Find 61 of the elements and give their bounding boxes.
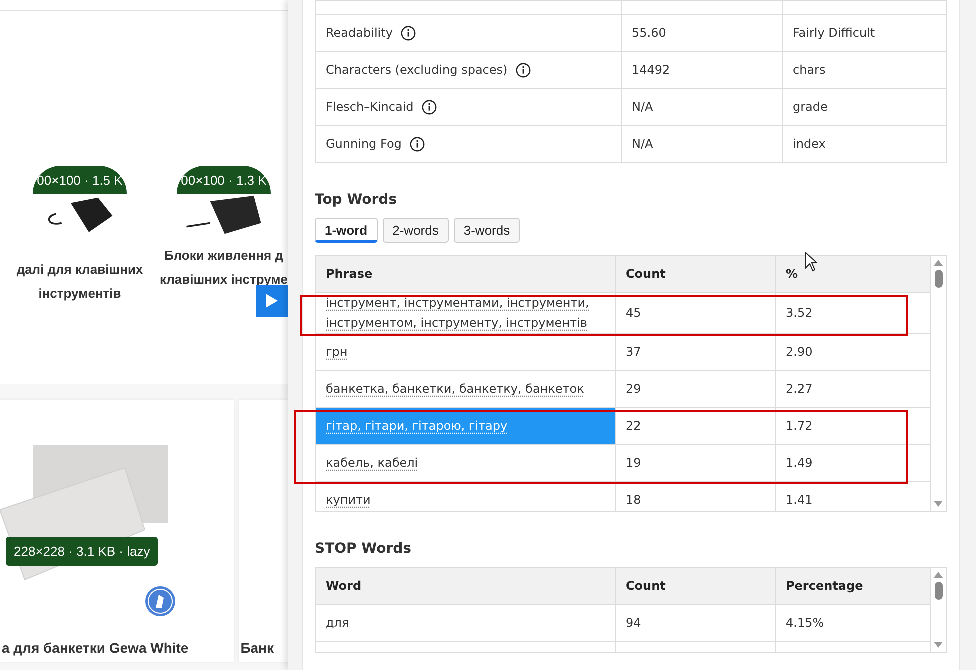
column-header: Count	[616, 568, 776, 604]
column-header: Phrase	[316, 256, 616, 292]
metric-value: N/A	[622, 88, 782, 126]
tab[interactable]: 3-words	[454, 218, 520, 243]
table-cell: 2.90	[776, 334, 930, 370]
table-cell: 94	[616, 604, 776, 642]
scrollbar-thumb[interactable]	[934, 582, 942, 600]
metric-unit: Fairly Difficult	[782, 14, 946, 52]
column-header: %	[776, 256, 930, 292]
image-info-badge: 228×228 · 3.1 KB · lazy	[6, 537, 158, 566]
product-title[interactable]: далі для клавішних інструментів	[0, 258, 160, 306]
tab[interactable]: 2-words	[382, 218, 449, 243]
image-info-badge: 00×100 · 1.3 K	[177, 166, 271, 194]
metric-value: N/A	[622, 126, 782, 162]
tab[interactable]: 1-word	[315, 218, 378, 243]
metric-label: Readability	[326, 26, 393, 40]
column-header: Count	[616, 256, 776, 292]
info-icon[interactable]	[516, 62, 531, 78]
image-info-badge: 00×100 · 1.5 K	[33, 166, 127, 194]
play-icon	[266, 294, 278, 308]
table-cell[interactable]: кабель, кабелі	[316, 444, 616, 482]
info-icon[interactable]	[410, 136, 425, 152]
table-cell: 29	[616, 370, 776, 408]
table-cell: 45	[616, 292, 776, 334]
table-cell: 19	[616, 444, 776, 482]
table-cell: 4.15%	[776, 604, 930, 642]
metric-unit: grade	[782, 88, 946, 126]
table-cell: 3.52	[776, 292, 930, 334]
metric-unit: chars	[782, 52, 946, 88]
metric-value: 55.60	[622, 14, 782, 52]
table-cell[interactable]: інструмент, інструментами, інструменти, інструментом, інструменту, інструментів	[316, 292, 616, 334]
table-cell[interactable]: грн	[316, 334, 616, 370]
product-title[interactable]: Блоки живлення д клавішних інструме	[160, 244, 288, 292]
scroll-down-arrow-icon[interactable]	[934, 642, 943, 648]
table-cell: для	[316, 604, 616, 642]
metric-value: 14492	[622, 52, 782, 88]
scroll-down-arrow-icon[interactable]	[934, 501, 943, 507]
column-header: Word	[316, 568, 616, 604]
section-heading: Top Words	[315, 192, 398, 208]
metric-label: Characters (excluding spaces)	[326, 63, 508, 77]
product-title[interactable]: а для банкетки Gewa White	[0, 640, 234, 656]
metric-unit: index	[782, 126, 946, 162]
brand-logo-icon	[145, 586, 176, 617]
column-header: Percentage	[776, 568, 930, 604]
section-heading: STOP Words	[315, 541, 412, 557]
info-icon[interactable]	[422, 100, 437, 114]
info-icon[interactable]	[400, 26, 416, 40]
mouse-cursor-icon	[805, 252, 819, 272]
scroll-up-arrow-icon[interactable]	[934, 572, 943, 578]
metric-label: Gunning Fog	[326, 137, 402, 151]
table-cell: 22	[616, 408, 776, 444]
table-cell[interactable]: купити	[316, 482, 616, 511]
table-cell: 2.27	[776, 370, 930, 408]
product-title[interactable]: Банк	[238, 640, 288, 656]
scrollbar-thumb[interactable]	[934, 270, 942, 288]
table-cell: 37	[616, 334, 776, 370]
table-cell: 1.49	[776, 444, 930, 482]
scroll-up-arrow-icon[interactable]	[934, 260, 943, 266]
play-button[interactable]	[256, 285, 288, 317]
table-cell: 1.72	[776, 408, 930, 444]
metric-label: Flesch–Kincaid	[326, 100, 414, 114]
